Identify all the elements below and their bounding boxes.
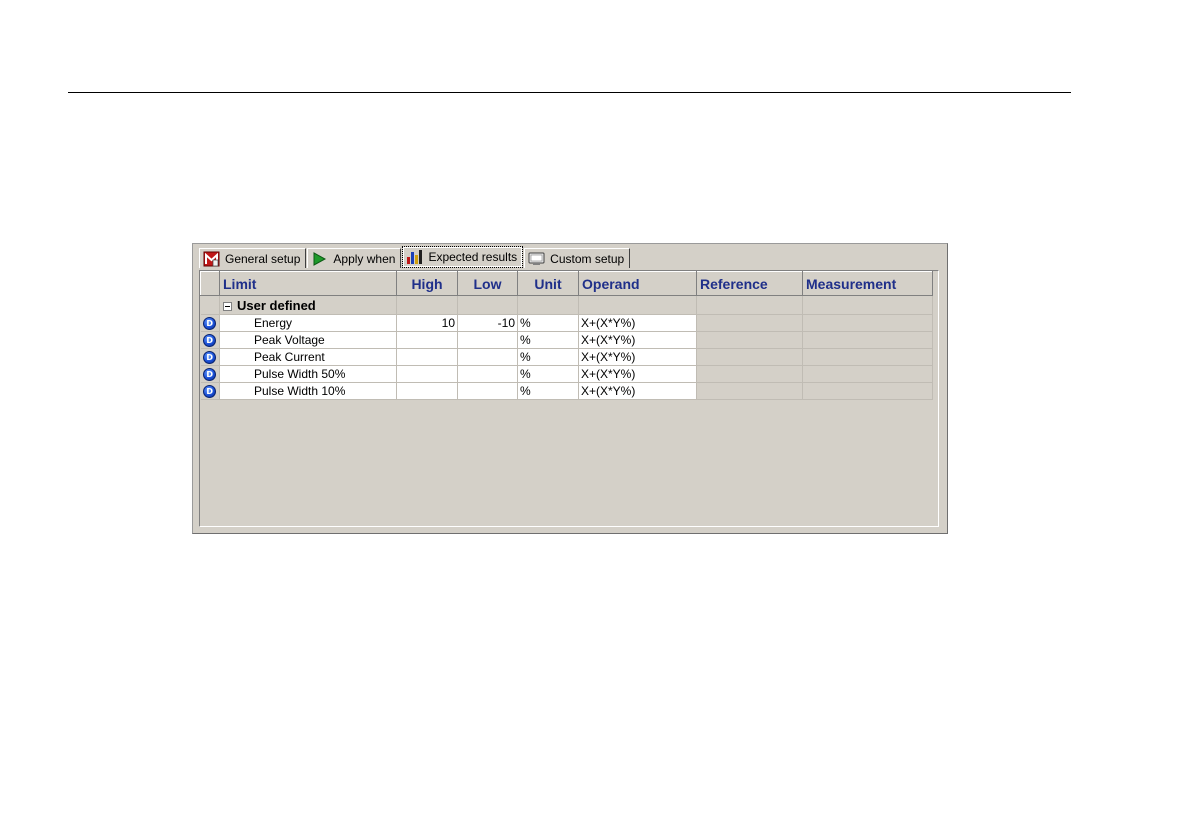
- cell-unit[interactable]: %: [517, 365, 579, 383]
- group-cell[interactable]: User defined: [219, 295, 397, 315]
- cell-operand[interactable]: X+(X*Y%): [578, 365, 697, 383]
- monitor-icon: [528, 251, 545, 267]
- cell-reference: [696, 331, 803, 349]
- d-circle-icon[interactable]: [200, 331, 220, 349]
- cell-low[interactable]: [457, 331, 518, 349]
- table-row[interactable]: Peak Current % X+(X*Y%): [200, 348, 933, 366]
- table-row[interactable]: Peak Voltage % X+(X*Y%): [200, 331, 933, 349]
- table-row[interactable]: Pulse Width 10% % X+(X*Y%): [200, 382, 933, 400]
- page-divider: [68, 92, 1071, 93]
- cell-measurement: [802, 348, 933, 366]
- cell-operand[interactable]: X+(X*Y%): [578, 382, 697, 400]
- cell-operand[interactable]: X+(X*Y%): [578, 331, 697, 349]
- cell-limit[interactable]: Peak Current: [219, 348, 397, 366]
- cell-unit[interactable]: %: [517, 382, 579, 400]
- column-header-reference[interactable]: Reference: [696, 271, 803, 296]
- cell-limit[interactable]: Energy: [219, 314, 397, 332]
- cell-high[interactable]: [396, 382, 458, 400]
- tab-apply-when[interactable]: Apply when: [307, 248, 402, 268]
- cell-limit[interactable]: Peak Voltage: [219, 331, 397, 349]
- cell-reference: [696, 365, 803, 383]
- cell-high[interactable]: [396, 365, 458, 383]
- column-header-operand[interactable]: Operand: [578, 271, 697, 296]
- limits-grid: Limit High Low Unit Operand Reference Me…: [199, 270, 939, 527]
- group-label: User defined: [237, 297, 316, 313]
- collapse-minus-icon[interactable]: [223, 301, 232, 311]
- m-icon: [203, 251, 220, 267]
- d-circle-icon[interactable]: [200, 382, 220, 400]
- cell-reference: [696, 314, 803, 332]
- cell-measurement: [802, 365, 933, 383]
- cell-unit[interactable]: %: [517, 348, 579, 366]
- tab-expected-results[interactable]: Expected results: [402, 246, 524, 268]
- cell-high[interactable]: 10: [396, 314, 458, 332]
- limits-table: Limit High Low Unit Operand Reference Me…: [200, 271, 933, 400]
- column-header-unit[interactable]: Unit: [517, 271, 579, 296]
- bar-chart-icon: [406, 249, 423, 265]
- cell-measurement: [802, 314, 933, 332]
- cell-limit[interactable]: Pulse Width 50%: [219, 365, 397, 383]
- cell-unit[interactable]: %: [517, 331, 579, 349]
- column-header-low[interactable]: Low: [457, 271, 518, 296]
- header-indicator: [200, 271, 220, 296]
- setup-panel: General setup Apply when Expected result…: [192, 243, 948, 534]
- cell-high[interactable]: [396, 331, 458, 349]
- column-header-measurement[interactable]: Measurement: [802, 271, 933, 296]
- tab-apply-when-label: Apply when: [333, 251, 396, 266]
- cell-low[interactable]: -10: [457, 314, 518, 332]
- cell-measurement: [802, 382, 933, 400]
- column-header-limit[interactable]: Limit: [219, 271, 397, 296]
- tab-general-setup-label: General setup: [225, 251, 301, 266]
- cell-operand[interactable]: X+(X*Y%): [578, 314, 697, 332]
- cell-high[interactable]: [396, 348, 458, 366]
- tab-expected-results-label: Expected results: [428, 250, 518, 264]
- column-header-high[interactable]: High: [396, 271, 458, 296]
- cell-measurement: [802, 331, 933, 349]
- cell-low[interactable]: [457, 365, 518, 383]
- table-row[interactable]: Energy 10 -10 % X+(X*Y%): [200, 314, 933, 332]
- tab-custom-setup[interactable]: Custom setup: [524, 248, 631, 268]
- cell-reference: [696, 348, 803, 366]
- cell-unit[interactable]: %: [517, 314, 579, 332]
- cell-operand[interactable]: X+(X*Y%): [578, 348, 697, 366]
- group-indicator: [200, 295, 220, 315]
- cell-limit[interactable]: Pulse Width 10%: [219, 382, 397, 400]
- d-circle-icon[interactable]: [200, 365, 220, 383]
- d-circle-icon[interactable]: [200, 348, 220, 366]
- table-row[interactable]: Pulse Width 50% % X+(X*Y%): [200, 365, 933, 383]
- header-row: Limit High Low Unit Operand Reference Me…: [200, 271, 933, 296]
- cell-low[interactable]: [457, 348, 518, 366]
- tab-custom-setup-label: Custom setup: [550, 251, 625, 266]
- tab-bar: General setup Apply when Expected result…: [199, 246, 631, 268]
- d-circle-icon[interactable]: [200, 314, 220, 332]
- play-icon: [311, 251, 328, 267]
- tab-general-setup[interactable]: General setup: [199, 248, 307, 268]
- group-row: User defined: [200, 295, 933, 315]
- cell-low[interactable]: [457, 382, 518, 400]
- cell-reference: [696, 382, 803, 400]
